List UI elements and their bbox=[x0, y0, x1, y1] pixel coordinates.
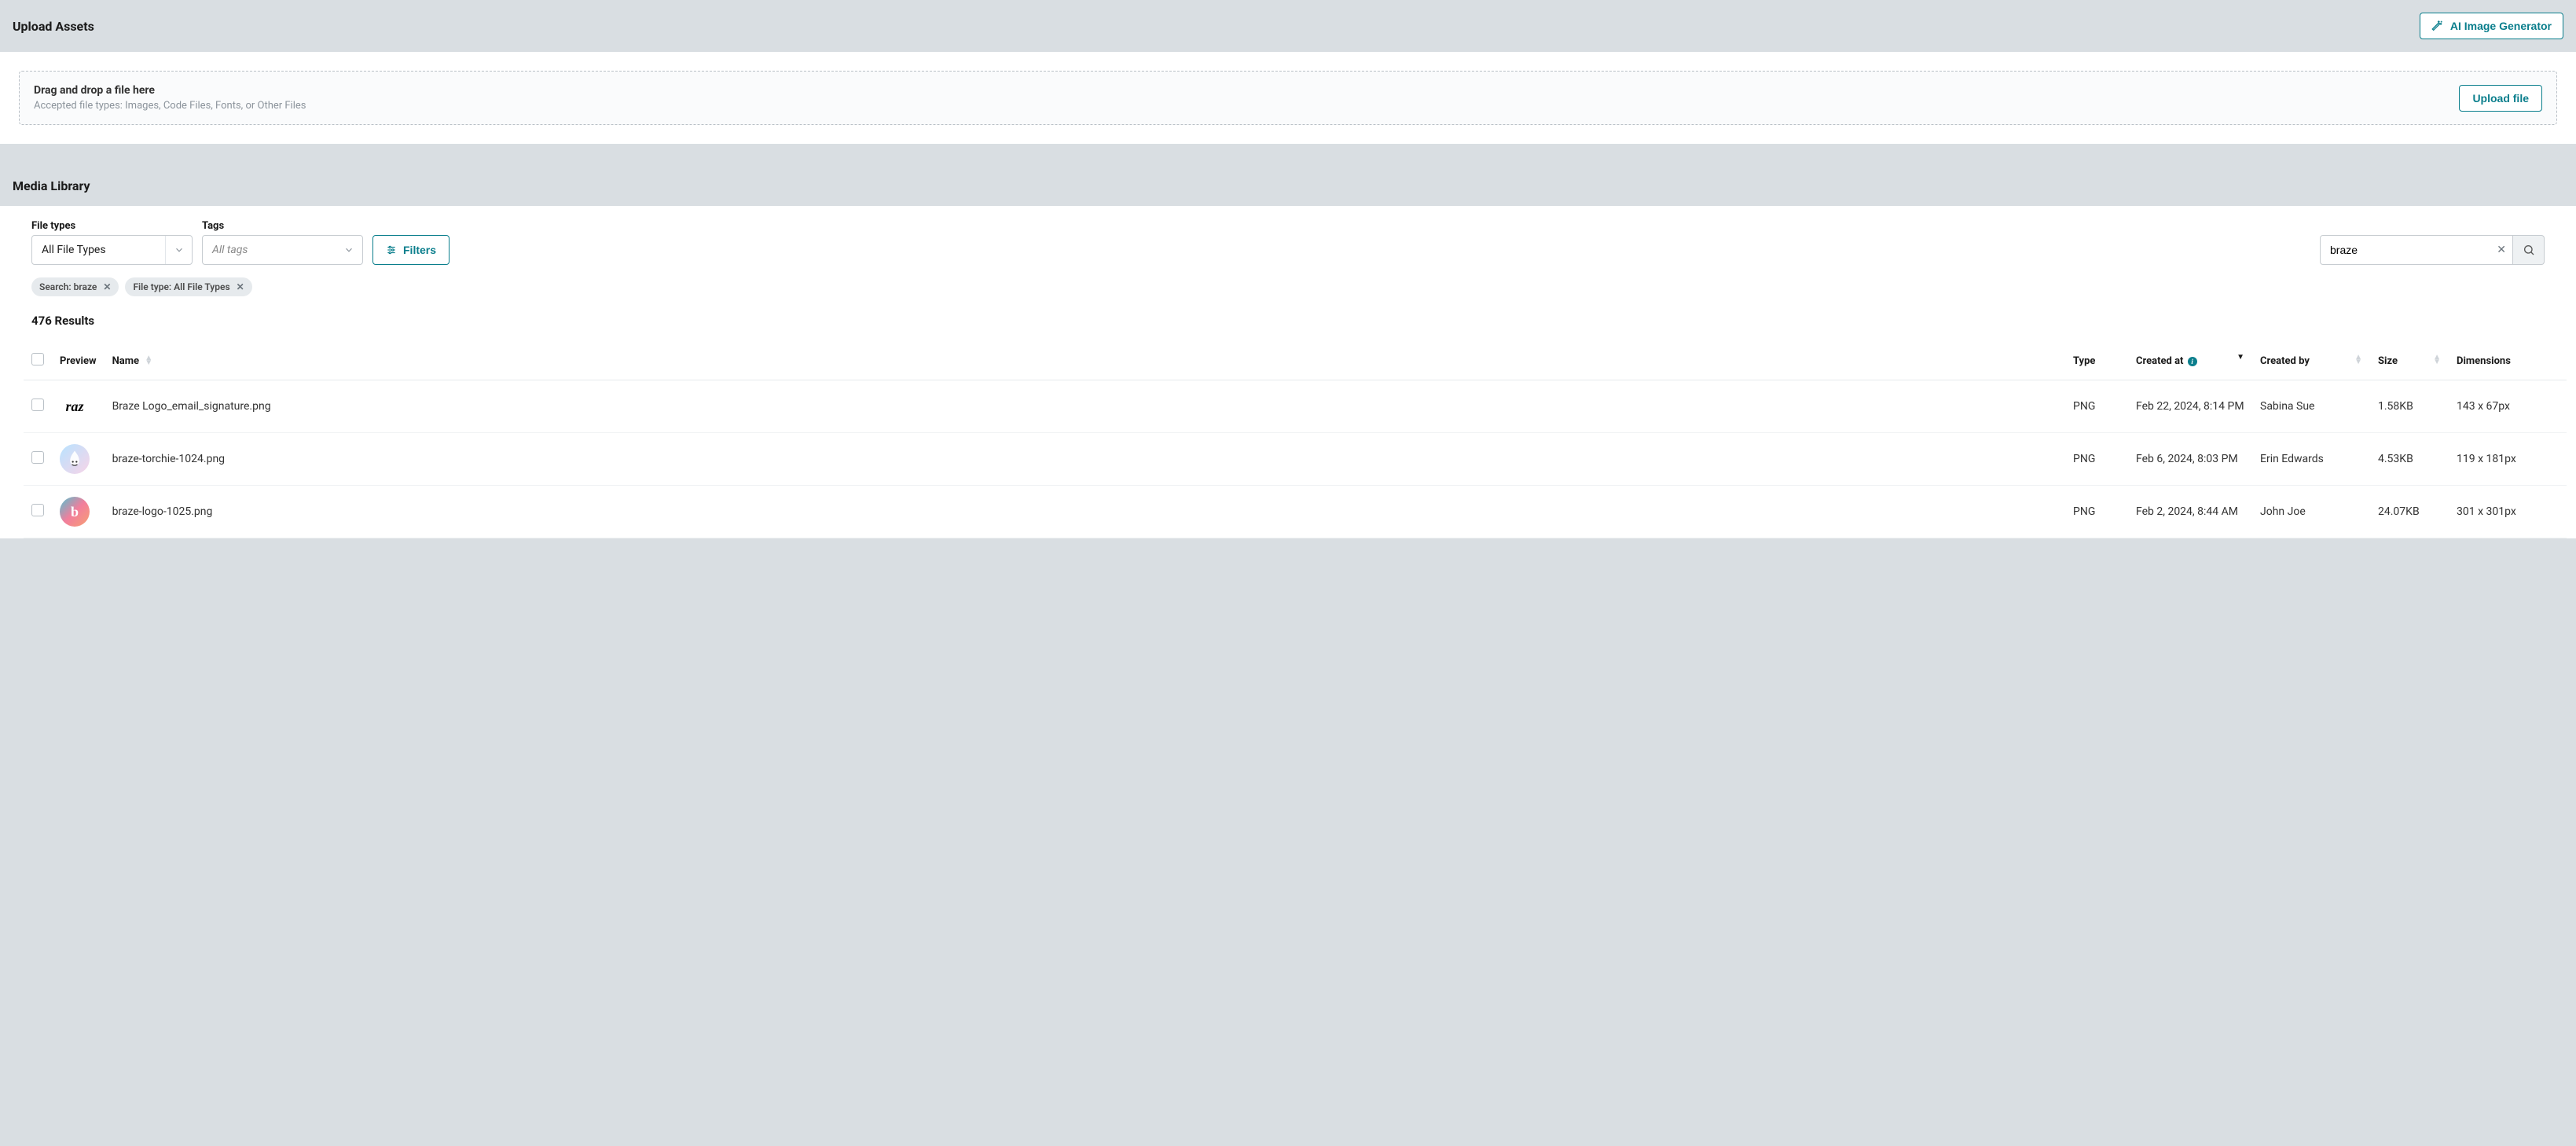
cell-name: Braze Logo_email_signature.png bbox=[105, 380, 2065, 433]
cell-name: braze-logo-1025.png bbox=[105, 486, 2065, 538]
upload-title: Upload Assets bbox=[13, 19, 94, 34]
search-input[interactable] bbox=[2321, 236, 2512, 264]
search-clear-icon[interactable]: ✕ bbox=[2497, 244, 2506, 255]
cell-created-by: Sabina Sue bbox=[2252, 380, 2370, 433]
dropzone-title: Drag and drop a file here bbox=[34, 84, 306, 97]
row-checkbox[interactable] bbox=[31, 399, 44, 411]
ai-button-label: AI Image Generator bbox=[2450, 20, 2552, 32]
search-button[interactable] bbox=[2513, 235, 2545, 265]
ai-image-generator-button[interactable]: AI Image Generator bbox=[2420, 13, 2563, 39]
dropzone-subtitle: Accepted file types: Images, Code Files,… bbox=[34, 100, 306, 112]
table-row[interactable]: b braze-logo-1025.png PNG Feb 2, 2024, 8… bbox=[24, 486, 2567, 538]
column-created-by[interactable]: Created by ▲▼ bbox=[2252, 342, 2370, 380]
filter-chip-search[interactable]: Search: braze ✕ bbox=[31, 277, 119, 296]
column-created-at[interactable]: Created at i ▼ bbox=[2128, 342, 2252, 380]
cell-type: PNG bbox=[2065, 433, 2128, 486]
results-count: 476 Results bbox=[0, 309, 2576, 342]
cell-dimensions: 143 x 67px bbox=[2449, 380, 2567, 433]
cell-type: PNG bbox=[2065, 380, 2128, 433]
chevron-down-icon bbox=[336, 236, 362, 264]
cell-size: 24.07KB bbox=[2370, 486, 2449, 538]
cell-created-by: Erin Edwards bbox=[2252, 433, 2370, 486]
cell-size: 1.58KB bbox=[2370, 380, 2449, 433]
cell-created-at: Feb 22, 2024, 8:14 PM bbox=[2128, 380, 2252, 433]
row-checkbox[interactable] bbox=[31, 504, 44, 516]
magic-wand-icon bbox=[2431, 20, 2444, 32]
upload-file-button[interactable]: Upload file bbox=[2459, 85, 2542, 112]
upload-panel: Drag and drop a file here Accepted file … bbox=[0, 52, 2576, 144]
cell-created-by: John Joe bbox=[2252, 486, 2370, 538]
file-dropzone[interactable]: Drag and drop a file here Accepted file … bbox=[19, 71, 2557, 125]
filter-row: File types All File Types Tags All tags bbox=[0, 206, 2576, 274]
cell-size: 4.53KB bbox=[2370, 433, 2449, 486]
chevron-down-icon bbox=[165, 236, 192, 264]
torchie-icon bbox=[64, 448, 86, 470]
sort-desc-icon: ▼ bbox=[2237, 355, 2244, 360]
sort-icon: ▲▼ bbox=[2433, 355, 2441, 365]
cell-name: braze-torchie-1024.png bbox=[105, 433, 2065, 486]
tags-label: Tags bbox=[202, 220, 363, 232]
column-type: Type bbox=[2065, 342, 2128, 380]
file-types-label: File types bbox=[31, 220, 193, 232]
column-dimensions: Dimensions bbox=[2449, 342, 2567, 380]
filters-button[interactable]: Filters bbox=[372, 235, 450, 265]
media-table: Preview Name ▲▼ Type Created at i ▼ Crea… bbox=[24, 342, 2567, 538]
cell-created-at: Feb 6, 2024, 8:03 PM bbox=[2128, 433, 2252, 486]
cell-created-at: Feb 2, 2024, 8:44 AM bbox=[2128, 486, 2252, 538]
file-types-value: All File Types bbox=[32, 244, 165, 256]
sort-icon: ▲▼ bbox=[145, 356, 152, 365]
file-thumbnail: raz bbox=[60, 391, 90, 421]
media-library-header: Media Library bbox=[0, 166, 2576, 206]
tags-placeholder: All tags bbox=[203, 244, 336, 256]
active-filter-chips: Search: braze ✕ File type: All File Type… bbox=[0, 274, 2576, 309]
column-preview: Preview bbox=[52, 342, 105, 380]
chip-close-icon[interactable]: ✕ bbox=[103, 281, 111, 292]
media-library-title: Media Library bbox=[13, 178, 90, 193]
file-types-filter-group: File types All File Types bbox=[31, 220, 193, 265]
media-library-panel: File types All File Types Tags All tags bbox=[0, 206, 2576, 538]
tags-filter-group: Tags All tags bbox=[202, 220, 363, 265]
sliders-icon bbox=[386, 244, 397, 255]
row-checkbox[interactable] bbox=[31, 451, 44, 464]
cell-dimensions: 301 x 301px bbox=[2449, 486, 2567, 538]
file-thumbnail: b bbox=[60, 497, 90, 527]
column-size[interactable]: Size ▲▼ bbox=[2370, 342, 2449, 380]
file-thumbnail bbox=[60, 444, 90, 474]
table-row[interactable]: raz Braze Logo_email_signature.png PNG F… bbox=[24, 380, 2567, 433]
info-icon[interactable]: i bbox=[2188, 357, 2197, 366]
chip-close-icon[interactable]: ✕ bbox=[237, 281, 244, 292]
section-gap bbox=[0, 144, 2576, 166]
dropzone-text: Drag and drop a file here Accepted file … bbox=[34, 84, 306, 112]
search-icon bbox=[2523, 244, 2535, 256]
cell-type: PNG bbox=[2065, 486, 2128, 538]
select-all-checkbox[interactable] bbox=[31, 353, 44, 365]
file-types-select[interactable]: All File Types bbox=[31, 235, 193, 265]
cell-dimensions: 119 x 181px bbox=[2449, 433, 2567, 486]
upload-section-header: Upload Assets AI Image Generator bbox=[0, 0, 2576, 52]
sort-icon: ▲▼ bbox=[2354, 355, 2362, 365]
search-input-box: ✕ bbox=[2320, 235, 2513, 265]
table-row[interactable]: braze-torchie-1024.png PNG Feb 6, 2024, … bbox=[24, 433, 2567, 486]
search-wrap: ✕ bbox=[2320, 235, 2545, 265]
filters-button-label: Filters bbox=[403, 244, 436, 256]
column-name[interactable]: Name ▲▼ bbox=[105, 342, 2065, 380]
tags-select[interactable]: All tags bbox=[202, 235, 363, 265]
filter-chip-filetype[interactable]: File type: All File Types ✕ bbox=[125, 277, 251, 296]
